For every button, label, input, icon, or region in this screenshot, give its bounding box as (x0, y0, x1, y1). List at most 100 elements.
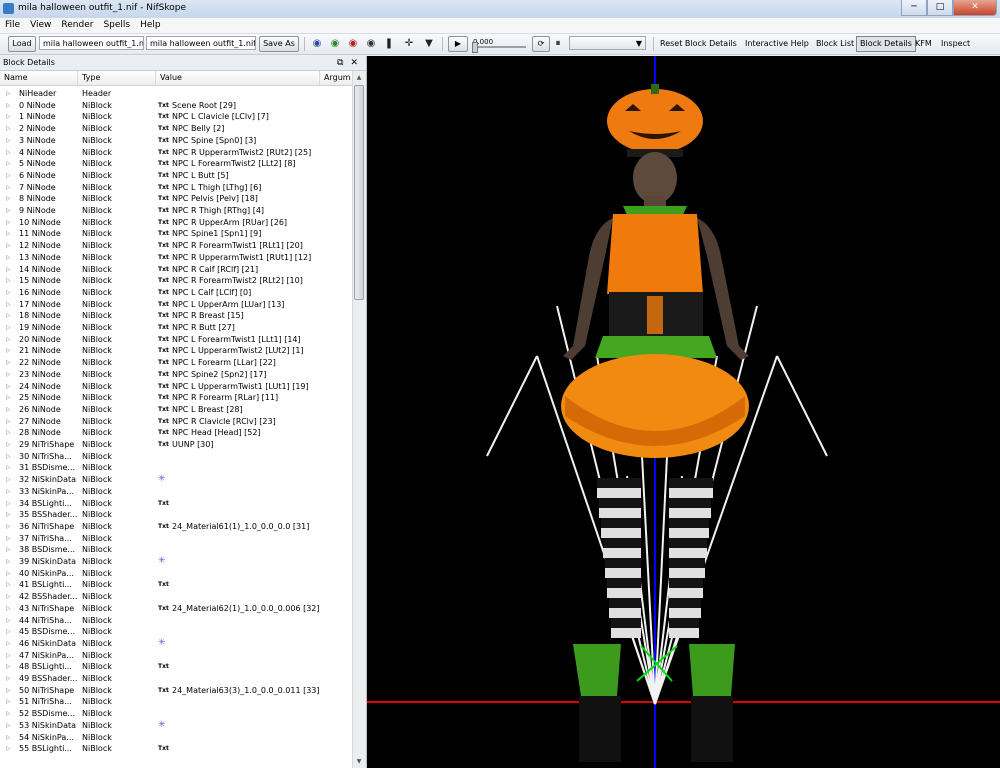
table-row[interactable]: ▷ 30 NiTriSha... NiBlock (0, 451, 352, 463)
table-row[interactable]: ▷ 39 NiSkinData NiBlock ✳ (0, 556, 352, 568)
render-viewport[interactable] (367, 56, 1000, 768)
table-row[interactable]: ▷ 5 NiNode NiBlock Txt NPC L ForearmTwist2 [… (0, 158, 352, 170)
table-row[interactable]: ▷ 41 BSLighti... NiBlock Txt (0, 579, 352, 591)
expand-arrow-icon[interactable]: ▷ (6, 439, 14, 451)
expand-arrow-icon[interactable]: ▷ (6, 357, 14, 369)
table-row[interactable]: ▷ 2 NiNode NiBlock Txt NPC Belly [2] (0, 123, 352, 135)
expand-arrow-icon[interactable]: ▷ (6, 650, 14, 662)
table-row[interactable]: ▷ 40 NiSkinPa... NiBlock (0, 568, 352, 580)
expand-arrow-icon[interactable]: ▷ (6, 638, 14, 650)
view-eye-icon[interactable]: ◉ (310, 37, 324, 50)
loop-button[interactable]: ⟳ (532, 36, 550, 52)
table-row[interactable]: ▷ 49 BSShader... NiBlock (0, 673, 352, 685)
expand-arrow-icon[interactable]: ▷ (6, 381, 14, 393)
footprints-icon[interactable]: ❚ (382, 37, 396, 50)
expand-arrow-icon[interactable]: ▷ (6, 100, 14, 112)
table-row[interactable]: ▷ 16 NiNode NiBlock Txt NPC L Calf [LClf] [0… (0, 287, 352, 299)
expand-arrow-icon[interactable]: ▷ (6, 416, 14, 428)
table-row[interactable]: ▷ 36 NiTriShape NiBlock Txt 24_Material61(1)… (0, 521, 352, 533)
table-row[interactable]: ▷ 10 NiNode NiBlock Txt NPC R UpperArm [RUar… (0, 217, 352, 229)
expand-arrow-icon[interactable]: ▷ (6, 334, 14, 346)
close-panel-icon[interactable]: ✕ (347, 58, 362, 68)
table-row[interactable]: ▷ 48 BSLighti... NiBlock Txt (0, 661, 352, 673)
scroll-down-arrow-icon[interactable]: ▼ (354, 756, 364, 767)
expand-arrow-icon[interactable]: ▷ (6, 708, 14, 720)
table-row[interactable]: ▷ 33 NiSkinPa... NiBlock (0, 486, 352, 498)
table-row[interactable]: ▷ 23 NiNode NiBlock Txt NPC Spine2 [Spn2] [1… (0, 369, 352, 381)
expand-arrow-icon[interactable]: ▷ (6, 579, 14, 591)
switch-icon[interactable]: ⏸ (551, 37, 565, 50)
expand-arrow-icon[interactable]: ▷ (6, 451, 14, 463)
table-row[interactable]: ▷ 15 NiNode NiBlock Txt NPC R ForearmTwist2 … (0, 275, 352, 287)
table-row[interactable]: ▷ 46 NiSkinData NiBlock ✳ (0, 638, 352, 650)
table-row[interactable]: ▷ 52 BSDisme... NiBlock (0, 708, 352, 720)
expand-arrow-icon[interactable]: ▷ (6, 509, 14, 521)
expand-arrow-icon[interactable]: ▷ (6, 111, 14, 123)
table-row[interactable]: ▷ 32 NiSkinData NiBlock ✳ (0, 474, 352, 486)
kfm-link[interactable]: KFM (915, 37, 932, 51)
table-row[interactable]: ▷ 29 NiTriShape NiBlock Txt UUNP [30] (0, 439, 352, 451)
expand-arrow-icon[interactable]: ▷ (6, 743, 14, 755)
column-header-argument[interactable]: Argum (320, 71, 352, 85)
table-row[interactable]: ▷ 1 NiNode NiBlock Txt NPC L Clavicle [LClv]… (0, 111, 352, 123)
expand-arrow-icon[interactable]: ▷ (6, 696, 14, 708)
table-row[interactable]: ▷ 3 NiNode NiBlock Txt NPC Spine [Spn0] [3] (0, 135, 352, 147)
load-file-input[interactable]: mila halloween outfit_1.nif (39, 36, 144, 50)
table-row[interactable]: ▷ 11 NiNode NiBlock Txt NPC Spine1 [Spn1] [9… (0, 228, 352, 240)
view-eye-free-icon[interactable]: ◉ (364, 37, 378, 50)
dropdown-arrow-icon[interactable]: ▼ (422, 37, 436, 50)
expand-arrow-icon[interactable]: ▷ (6, 661, 14, 673)
expand-arrow-icon[interactable]: ▷ (6, 369, 14, 381)
menu-view[interactable]: View (25, 18, 56, 33)
animation-select[interactable]: ▼ (569, 36, 646, 50)
view-eye-green-icon[interactable]: ◉ (328, 37, 342, 50)
table-row[interactable]: ▷ 13 NiNode NiBlock Txt NPC R UpperarmTwist1… (0, 252, 352, 264)
table-row[interactable]: ▷ 31 BSDisme... NiBlock (0, 462, 352, 474)
table-row[interactable]: ▷ 51 NiTriSha... NiBlock (0, 696, 352, 708)
expand-arrow-icon[interactable]: ▷ (6, 158, 14, 170)
expand-arrow-icon[interactable]: ▷ (6, 287, 14, 299)
expand-arrow-icon[interactable]: ▷ (6, 322, 14, 334)
reset-block-details-link[interactable]: Reset Block Details (660, 37, 737, 51)
table-row[interactable]: ▷ 43 NiTriShape NiBlock Txt 24_Material62(1)… (0, 603, 352, 615)
table-row[interactable]: ▷ 54 NiSkinPa... NiBlock (0, 732, 352, 744)
expand-arrow-icon[interactable]: ▷ (6, 240, 14, 252)
expand-arrow-icon[interactable]: ▷ (6, 427, 14, 439)
scrollbar-thumb[interactable] (354, 85, 364, 300)
table-row[interactable]: ▷ 19 NiNode NiBlock Txt NPC R Butt [27] (0, 322, 352, 334)
view-eye-red-icon[interactable]: ◉ (346, 37, 360, 50)
expand-arrow-icon[interactable]: ▷ (6, 591, 14, 603)
load-button[interactable]: Load (8, 36, 36, 52)
vertical-scrollbar[interactable]: ▲ ▼ (352, 71, 366, 768)
expand-arrow-icon[interactable]: ▷ (6, 673, 14, 685)
expand-arrow-icon[interactable]: ▷ (6, 345, 14, 357)
expand-arrow-icon[interactable]: ▷ (6, 193, 14, 205)
table-row[interactable]: ▷ 26 NiNode NiBlock Txt NPC L Breast [28] (0, 404, 352, 416)
expand-arrow-icon[interactable]: ▷ (6, 123, 14, 135)
expand-arrow-icon[interactable]: ▷ (6, 486, 14, 498)
table-row[interactable]: ▷ 47 NiSkinPa... NiBlock (0, 650, 352, 662)
expand-arrow-icon[interactable]: ▷ (6, 170, 14, 182)
menu-render[interactable]: Render (56, 18, 98, 33)
column-header-type[interactable]: Type (78, 71, 156, 85)
table-row[interactable]: ▷ 35 BSShader... NiBlock (0, 509, 352, 521)
table-row[interactable]: ▷ 25 NiNode NiBlock Txt NPC R Forearm [RLar]… (0, 392, 352, 404)
expand-arrow-icon[interactable]: ▷ (6, 88, 14, 100)
expand-arrow-icon[interactable]: ▷ (6, 147, 14, 159)
table-row[interactable]: ▷ 27 NiNode NiBlock Txt NPC R Clavicle [RClv… (0, 416, 352, 428)
table-row[interactable]: ▷ NiHeader Header (0, 88, 352, 100)
expand-arrow-icon[interactable]: ▷ (6, 135, 14, 147)
float-panel-icon[interactable]: ⧉ (334, 58, 347, 68)
save-as-button[interactable]: Save As (259, 36, 299, 52)
expand-arrow-icon[interactable]: ▷ (6, 404, 14, 416)
save-file-input[interactable]: mila halloween outfit_1.nif (146, 36, 256, 50)
expand-arrow-icon[interactable]: ▷ (6, 685, 14, 697)
expand-arrow-icon[interactable]: ▷ (6, 521, 14, 533)
table-row[interactable]: ▷ 20 NiNode NiBlock Txt NPC L ForearmTwist1 … (0, 334, 352, 346)
table-row[interactable]: ▷ 44 NiTriSha... NiBlock (0, 615, 352, 627)
table-row[interactable]: ▷ 8 NiNode NiBlock Txt NPC Pelvis [Pelv] [18… (0, 193, 352, 205)
expand-arrow-icon[interactable]: ▷ (6, 732, 14, 744)
table-row[interactable]: ▷ 17 NiNode NiBlock Txt NPC L UpperArm [LUar… (0, 299, 352, 311)
table-row[interactable]: ▷ 0 NiNode NiBlock Txt Scene Root [29] (0, 100, 352, 112)
table-row[interactable]: ▷ 53 NiSkinData NiBlock ✳ (0, 720, 352, 732)
